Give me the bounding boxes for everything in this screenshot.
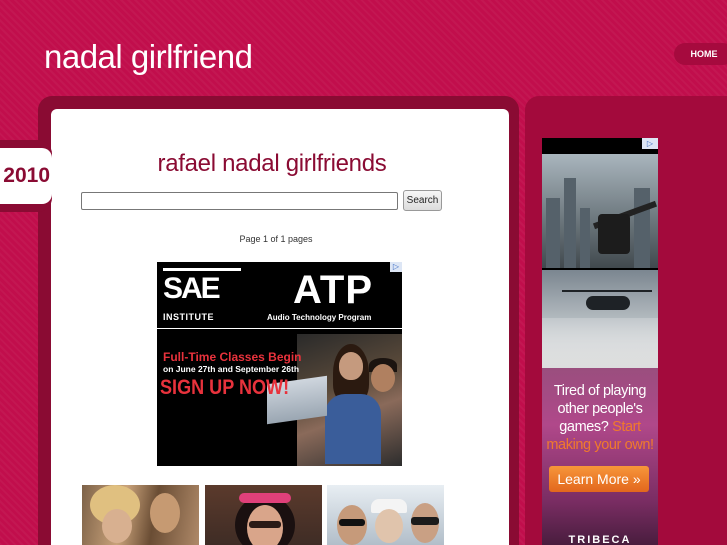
adchoices-icon[interactable]: ▷: [390, 262, 402, 272]
ad-divider: [157, 328, 402, 329]
ad-person-body: [325, 394, 381, 464]
thumbnail-image[interactable]: [327, 485, 444, 545]
sae-institute-label: INSTITUTE: [163, 312, 214, 322]
ad-person2-face: [371, 364, 395, 392]
thumb-sunglasses: [249, 521, 281, 528]
search-input[interactable]: [81, 192, 398, 210]
ad-headline: Full-Time Classes Begin: [163, 350, 302, 364]
thumb-sunglasses: [411, 517, 439, 525]
page-count: Page 1 of 1 pages: [239, 234, 313, 244]
site-title[interactable]: nadal girlfriend: [44, 38, 253, 76]
thumb-face: [150, 493, 180, 533]
building-shape: [546, 198, 560, 268]
thumb-sunglasses: [339, 519, 365, 526]
page-heading: rafael nadal girlfriends: [157, 150, 387, 177]
adchoices-icon[interactable]: ▷: [642, 138, 658, 149]
ad-person-face: [339, 352, 363, 380]
helicopter-icon: [586, 296, 630, 310]
thumb-face: [102, 509, 132, 543]
smoke-shape: [542, 318, 658, 368]
nav-home-button[interactable]: HOME: [674, 43, 727, 65]
sidebar-ad-helicopter-image: [542, 270, 658, 368]
sidebar-ad-city-image: [542, 154, 658, 268]
thumbnail-image[interactable]: [82, 485, 199, 545]
building-shape: [634, 188, 650, 268]
thumbnail-image[interactable]: [205, 485, 322, 545]
ad-dates: on June 27th and September 26th: [163, 364, 300, 374]
sidebar-ad-text: Tired of playing other people's games? S…: [542, 382, 658, 454]
atp-subtitle: Audio Technology Program: [267, 313, 372, 322]
ad-signup-cta[interactable]: SIGN UP NOW!: [160, 376, 289, 400]
sae-logo: SAE: [163, 268, 241, 305]
camera-crane: [598, 214, 630, 254]
atp-logo: ATP: [293, 268, 374, 312]
learn-more-button[interactable]: Learn More »: [549, 466, 649, 492]
sidebar-ad[interactable]: ▷ Tired of playing other people's games?…: [542, 138, 658, 545]
search-button[interactable]: Search: [403, 190, 442, 211]
building-shape: [580, 208, 590, 268]
building-shape: [564, 178, 576, 268]
tribeca-logo: TRIBECA: [568, 534, 632, 545]
thumb-face: [375, 509, 403, 543]
helicopter-rotor: [562, 290, 652, 292]
ad-banner[interactable]: ▷ SAE INSTITUTE ATP Audio Technology Pro…: [157, 262, 402, 466]
year-tab: 2010: [0, 148, 52, 204]
thumb-headband: [239, 493, 291, 503]
